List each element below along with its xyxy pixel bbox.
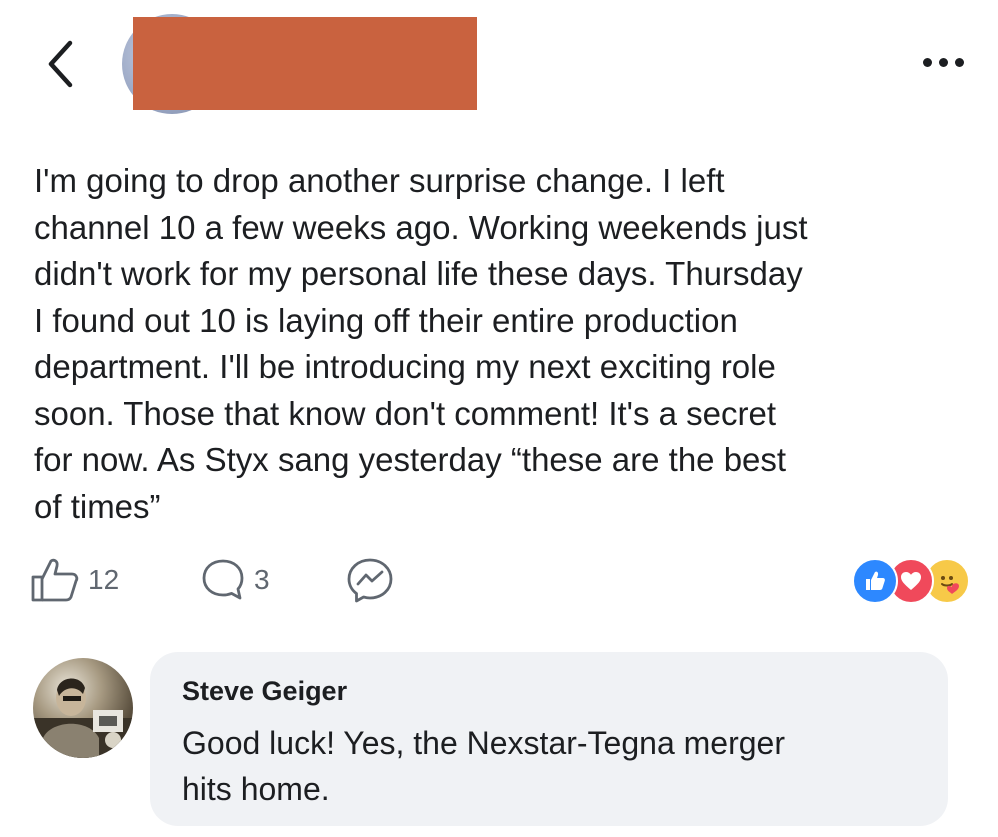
post-text-line: department. I'll be introducing my next …: [34, 348, 776, 385]
post-actions-bar: 12 3: [30, 552, 970, 608]
comment-bubble-icon: [202, 559, 244, 600]
post-text-line: soon. Those that know don't comment! It'…: [34, 394, 777, 432]
more-dot: [954, 57, 964, 67]
post-text-line: of times”: [34, 487, 161, 525]
redacted-author-name: [133, 17, 477, 110]
comment-author-name[interactable]: Steve Geiger: [182, 676, 347, 707]
comment-text-line: Good luck! Yes, the Nexstar-Tegna merger: [182, 725, 785, 761]
post-text-line: for now. As Styx sang yesterday “these a…: [34, 441, 787, 478]
reaction-summary[interactable]: [852, 558, 972, 604]
post-text-line: I'm going to drop another surprise chang…: [34, 162, 725, 199]
comment-button[interactable]: 3: [200, 552, 270, 608]
comment-item: Steve Geiger Good luck! Yes, the Nexstar…: [0, 650, 998, 837]
more-dot: [938, 57, 948, 67]
post-text-line: channel 10 a few weeks ago. Working week…: [34, 208, 808, 246]
like-button[interactable]: 12: [30, 552, 119, 608]
post-text-line: I found out 10 is laying off their entir…: [34, 301, 738, 339]
send-in-messenger-button[interactable]: [345, 552, 395, 608]
thumbs-up-icon: [31, 558, 79, 602]
more-options-button[interactable]: [915, 50, 971, 74]
commenter-avatar[interactable]: [33, 658, 133, 758]
post-text: I'm going to drop another surprise chang…: [34, 158, 982, 530]
like-reaction-icon: [852, 558, 898, 604]
messenger-icon: [347, 558, 393, 603]
back-button[interactable]: [36, 36, 86, 92]
post-text-line: didn't work for my personal life these d…: [34, 255, 803, 292]
post-header: [0, 0, 998, 130]
commenter-photo: [33, 678, 133, 758]
chevron-left-icon: [48, 40, 73, 88]
more-dot: [922, 57, 932, 67]
comment-count: 3: [254, 564, 270, 595]
comment-bubble[interactable]: Steve Geiger Good luck! Yes, the Nexstar…: [150, 652, 948, 826]
comment-text: Good luck! Yes, the Nexstar-Tegna merger…: [182, 720, 922, 812]
like-count: 12: [88, 564, 120, 595]
comment-text-line: hits home.: [182, 771, 330, 807]
